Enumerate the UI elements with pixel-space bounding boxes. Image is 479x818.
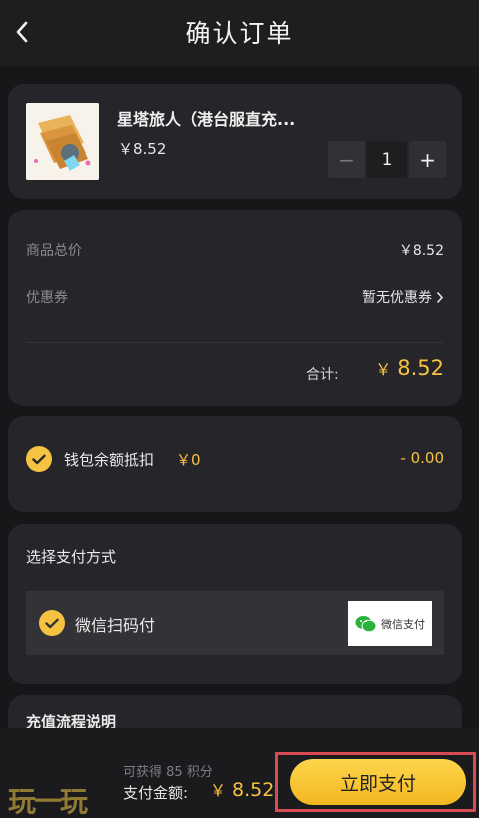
divider xyxy=(26,342,444,343)
subtotal-value: ￥8.52 xyxy=(398,243,444,259)
decrease-button[interactable]: − xyxy=(328,141,365,178)
total-currency: ￥ xyxy=(375,360,392,379)
pay-now-button[interactable]: 立即支付 xyxy=(290,759,466,805)
wechat-icon xyxy=(355,615,377,632)
payment-option-wechat[interactable]: 微信扫码付 微信支付 xyxy=(26,591,444,655)
coupon-value: 暂无优惠券 xyxy=(362,290,432,306)
check-icon xyxy=(45,618,59,628)
coupon-label: 优惠券 xyxy=(26,290,68,306)
payment-option-radio[interactable] xyxy=(39,610,65,636)
wallet-card: 钱包余额抵扣 ￥0 - 0.00 xyxy=(8,416,462,512)
coupon-selector[interactable]: 暂无优惠券 xyxy=(362,287,444,307)
wallet-label: 钱包余额抵扣 xyxy=(64,451,155,469)
quantity-stepper: − 1 + xyxy=(328,141,446,178)
pay-amount: 8.52 xyxy=(232,779,275,801)
page-title: 确认订单 xyxy=(185,19,294,48)
watermark-logo: 玩一玩 xyxy=(8,785,88,818)
wallet-deduction: - 0.00 xyxy=(400,449,444,467)
wechat-pay-logo: 微信支付 xyxy=(348,601,432,646)
product-card: 星塔旅人（港台服直充... ￥8.52 − 1 + xyxy=(8,84,462,199)
product-name[interactable]: 星塔旅人（港台服直充... xyxy=(117,106,295,130)
subtotal-label: 商品总价 xyxy=(26,243,82,259)
total-amount: 8.52 xyxy=(397,356,444,380)
wechat-logo-text: 微信支付 xyxy=(381,617,425,631)
pay-amount-currency: ￥ xyxy=(210,781,227,800)
quantity-field[interactable]: 1 xyxy=(367,141,407,178)
pay-amount-value: ￥ 8.52 xyxy=(210,777,274,801)
header: 确认订单 xyxy=(0,0,479,66)
payment-method-title: 选择支付方式 xyxy=(26,548,117,566)
increase-button[interactable]: + xyxy=(409,141,446,178)
price-summary-card: 商品总价 ￥8.52 优惠券 暂无优惠券 合计: ￥ 8.52 xyxy=(8,210,462,406)
total-value: ￥ 8.52 xyxy=(375,356,444,380)
wallet-checkbox[interactable] xyxy=(26,446,52,472)
pay-amount-label: 支付金额: xyxy=(123,784,189,802)
payment-option-label: 微信扫码付 xyxy=(75,616,156,635)
chevron-right-icon xyxy=(436,291,444,303)
check-icon xyxy=(32,454,46,464)
points-info: 可获得 85 积分 xyxy=(123,765,213,780)
payment-method-card: 选择支付方式 微信扫码付 微信支付 xyxy=(8,524,462,684)
product-thumbnail xyxy=(26,103,99,180)
total-label: 合计: xyxy=(306,367,339,383)
wallet-amount: ￥0 xyxy=(176,451,201,469)
pay-button-highlight: 立即支付 xyxy=(275,752,476,812)
bottom-bar: 玩一玩 可获得 85 积分 支付金额: ￥ 8.52 立即支付 xyxy=(0,728,479,818)
product-price: ￥8.52 xyxy=(118,140,167,158)
